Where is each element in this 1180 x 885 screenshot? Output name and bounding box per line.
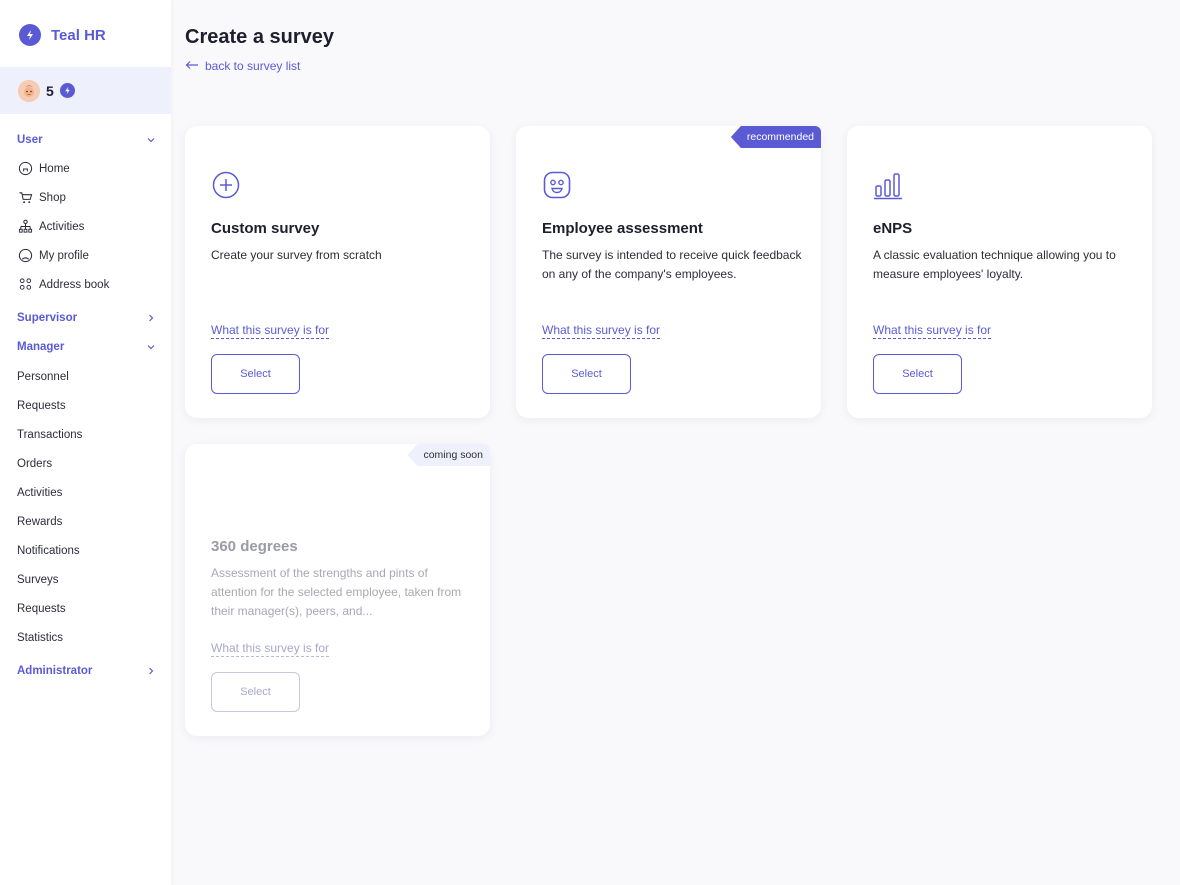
sidebar-item-label: Rewards: [17, 515, 63, 528]
card-title: Employee assessment: [542, 220, 703, 237]
what-this-survey-is-for-link[interactable]: What this survey is for: [211, 641, 330, 657]
smiley-icon: [542, 170, 572, 200]
sidebar-item-label: Transactions: [17, 428, 83, 441]
card-description: Assessment of the strengths and pints of…: [211, 566, 462, 618]
survey-card-enps: eNPS A classic evaluation technique allo…: [847, 126, 1152, 418]
sidebar-item-label: Orders: [17, 457, 53, 470]
sidebar-item-home[interactable]: Home: [17, 154, 171, 183]
brand-name: Teal HR: [51, 26, 106, 44]
section-label: User: [17, 134, 43, 146]
sidebar-item-label: Activities: [17, 486, 63, 499]
select-button[interactable]: Select: [211, 354, 300, 394]
arrow-left-icon: [185, 59, 199, 73]
chevron-down-icon: [145, 134, 157, 146]
sidebar-item-address-book[interactable]: Address book: [17, 270, 171, 299]
survey-card-360-degrees: coming soon 360 degrees Assessment of th…: [185, 444, 490, 736]
sidebar-item-label: Activities: [39, 220, 85, 233]
sidebar-item-personnel[interactable]: Personnel: [17, 362, 171, 391]
sidebar: Teal HR 5 User Home Shop Activities My p…: [0, 0, 171, 885]
lightning-logo-icon: [19, 24, 41, 46]
coming-soon-badge: coming soon: [407, 444, 490, 466]
sidebar-item-my-profile[interactable]: My profile: [17, 241, 171, 270]
plus-circle-icon: [211, 170, 241, 200]
brand[interactable]: Teal HR: [19, 24, 106, 46]
chevron-right-icon: [145, 312, 157, 324]
sidebar-item-rewards[interactable]: Rewards: [17, 507, 171, 536]
chevron-down-icon: [145, 341, 157, 353]
chevron-right-icon: [145, 665, 157, 677]
section-label: Administrator: [17, 665, 93, 677]
sidebar-item-requests-2[interactable]: Requests: [17, 594, 171, 623]
card-description: Create your survey from scratch: [211, 248, 382, 262]
what-this-survey-is-for-link[interactable]: What this survey is for: [873, 323, 992, 339]
section-administrator[interactable]: Administrator: [17, 661, 157, 681]
survey-card-custom: Custom survey Create your survey from sc…: [185, 126, 490, 418]
sidebar-item-transactions[interactable]: Transactions: [17, 420, 171, 449]
cart-icon: [17, 190, 33, 206]
select-button: Select: [211, 672, 300, 712]
section-manager[interactable]: Manager: [17, 337, 157, 357]
card-title: Custom survey: [211, 220, 320, 237]
activities-icon: [17, 219, 33, 235]
card-description: A classic evaluation technique allowing …: [873, 248, 1116, 281]
page-title: Create a survey: [185, 26, 334, 48]
profile-icon: [17, 248, 33, 264]
section-user[interactable]: User: [17, 130, 157, 150]
sidebar-item-label: Shop: [39, 191, 66, 204]
sidebar-item-shop[interactable]: Shop: [17, 183, 171, 212]
sidebar-item-label: Surveys: [17, 573, 59, 586]
card-description: The survey is intended to receive quick …: [542, 248, 802, 281]
section-label: Manager: [17, 341, 65, 353]
select-button[interactable]: Select: [873, 354, 962, 394]
home-icon: [17, 161, 33, 177]
address-book-icon: [17, 277, 33, 293]
coin-icon: [59, 83, 75, 98]
sidebar-item-label: Notifications: [17, 544, 80, 557]
sidebar-item-label: Home: [39, 162, 70, 175]
sidebar-item-label: Address book: [39, 278, 110, 291]
recommended-badge: recommended: [730, 126, 821, 148]
sidebar-item-requests[interactable]: Requests: [17, 391, 171, 420]
sidebar-item-notifications[interactable]: Notifications: [17, 536, 171, 565]
points-bar: 5: [0, 67, 171, 114]
sidebar-item-activities[interactable]: Activities: [17, 212, 171, 241]
sidebar-nav: User Home Shop Activities My profile Add…: [0, 130, 171, 681]
section-label: Supervisor: [17, 312, 78, 324]
points-count: 5: [46, 82, 54, 99]
bar-chart-icon: [873, 170, 903, 200]
card-title: 360 degrees: [211, 538, 298, 555]
what-this-survey-is-for-link[interactable]: What this survey is for: [211, 323, 330, 339]
sidebar-item-orders[interactable]: Orders: [17, 449, 171, 478]
section-supervisor[interactable]: Supervisor: [17, 308, 157, 328]
sidebar-item-statistics[interactable]: Statistics: [17, 623, 171, 652]
sidebar-item-label: Statistics: [17, 631, 64, 644]
survey-card-employee-assessment: recommended Employee assessment The surv…: [516, 126, 821, 418]
avatar[interactable]: [18, 79, 40, 102]
sidebar-item-label: My profile: [39, 249, 89, 262]
back-link-label: back to survey list: [205, 59, 301, 73]
what-this-survey-is-for-link[interactable]: What this survey is for: [542, 323, 661, 339]
sidebar-item-activities-manager[interactable]: Activities: [17, 478, 171, 507]
sidebar-item-label: Personnel: [17, 370, 69, 383]
sidebar-item-label: Requests: [17, 399, 66, 412]
select-button[interactable]: Select: [542, 354, 631, 394]
card-title: eNPS: [873, 220, 913, 237]
sidebar-item-surveys[interactable]: Surveys: [17, 565, 171, 594]
sidebar-item-label: Requests: [17, 602, 66, 615]
back-to-survey-list-link[interactable]: back to survey list: [185, 59, 300, 73]
